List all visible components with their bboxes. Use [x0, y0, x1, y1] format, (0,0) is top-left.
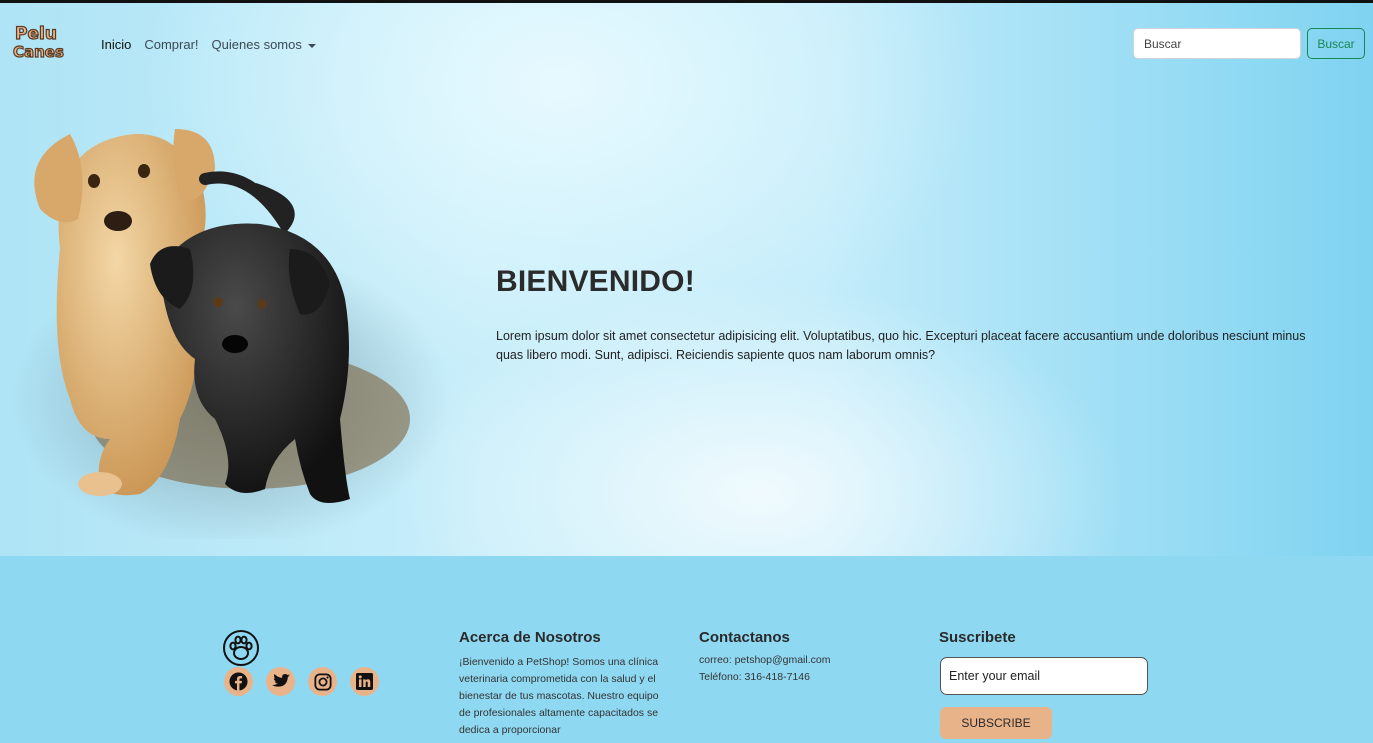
linkedin-icon: [356, 673, 373, 690]
nav-item-quienes-somos-label: Quienes somos: [211, 37, 302, 52]
search-input[interactable]: [1133, 28, 1301, 59]
paw-icon: [223, 630, 259, 666]
navbar: Pelu Canes Inicio Comprar! Quienes somos…: [0, 3, 1373, 87]
search-button[interactable]: Buscar: [1307, 28, 1365, 59]
footer: Acerca de Nosotros ¡Bienvenido a PetShop…: [0, 556, 1373, 743]
svg-text:Canes: Canes: [13, 43, 64, 61]
facebook-icon: [229, 672, 248, 691]
linkedin-link[interactable]: [350, 667, 379, 696]
contact-title: Contactanos: [699, 629, 790, 646]
email-field[interactable]: [940, 657, 1148, 695]
facebook-link[interactable]: [224, 667, 253, 696]
contact-phone: Teléfono: 316-418-7146: [699, 671, 810, 683]
brand-logo[interactable]: Pelu Canes: [12, 19, 70, 63]
about-text: ¡Bienvenido a PetShop! Somos una clínica…: [459, 656, 659, 736]
instagram-link[interactable]: [308, 667, 337, 696]
nav-item-inicio[interactable]: Inicio: [101, 37, 131, 52]
contact-email: correo: petshop@gmail.com: [699, 654, 831, 666]
subscribe-button[interactable]: SUBSCRIBE: [940, 707, 1052, 739]
subscribe-title: Suscribete: [939, 629, 1016, 646]
svg-text:Pelu: Pelu: [15, 24, 57, 44]
instagram-icon: [313, 672, 332, 691]
hero-title: BIENVENIDO!: [496, 265, 695, 298]
chevron-down-icon: [307, 43, 316, 48]
puppies-image: [10, 129, 450, 539]
hero-section: Pelu Canes Inicio Comprar! Quienes somos…: [0, 3, 1373, 556]
social-links: [224, 667, 379, 696]
nav-item-quienes-somos[interactable]: Quienes somos: [212, 37, 316, 52]
hero-description: Lorem ipsum dolor sit amet consectetur a…: [496, 329, 1306, 362]
twitter-icon: [272, 673, 290, 687]
about-title: Acerca de Nosotros: [459, 629, 601, 646]
twitter-link[interactable]: [266, 667, 295, 696]
nav-item-comprar[interactable]: Comprar!: [144, 37, 198, 52]
nav-links: Inicio Comprar! Quienes somos: [101, 37, 316, 52]
